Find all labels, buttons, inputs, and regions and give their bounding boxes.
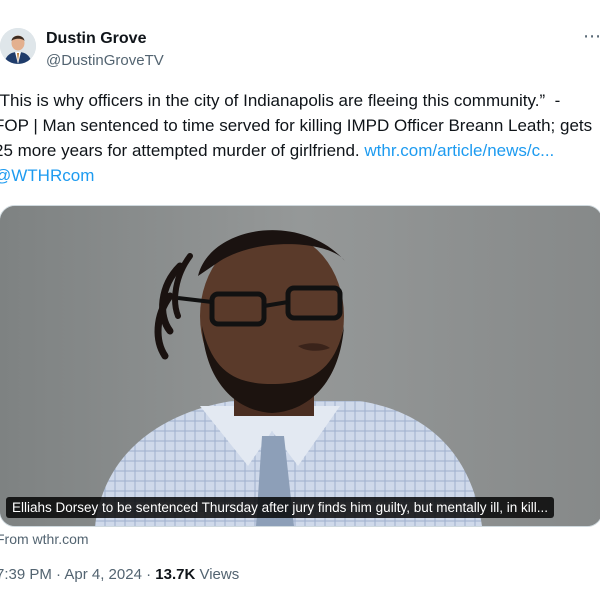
timestamp[interactable]: 7:39 PM · Apr 4, 2024 · [0, 566, 155, 583]
person-avatar-icon [0, 28, 36, 64]
more-horizontal-icon[interactable]: ⋯ [582, 26, 600, 50]
tweet-text: “This is why officers in the city of Ind… [0, 88, 594, 188]
avatar[interactable] [0, 28, 36, 64]
user-handle[interactable]: @DustinGroveTV [46, 52, 164, 69]
tweet-meta: 7:39 PM · Apr 4, 2024 · 13.7K Views [0, 566, 239, 583]
article-link[interactable]: wthr.com/article/news/c... [364, 141, 554, 160]
media-caption: Elliahs Dorsey to be sentenced Thursday … [6, 497, 554, 518]
link-source[interactable]: From wthr.com [0, 531, 89, 547]
media-card[interactable]: Elliahs Dorsey to be sentenced Thursday … [0, 205, 600, 527]
display-name[interactable]: Dustin Grove [46, 30, 146, 48]
tweet-header: Dustin Grove @DustinGroveTV ⋯ [0, 26, 600, 74]
views-label: Views [195, 566, 240, 583]
views-count: 13.7K [155, 566, 196, 583]
news-photo [0, 206, 600, 526]
mention-link[interactable]: @WTHRcom [0, 166, 94, 185]
